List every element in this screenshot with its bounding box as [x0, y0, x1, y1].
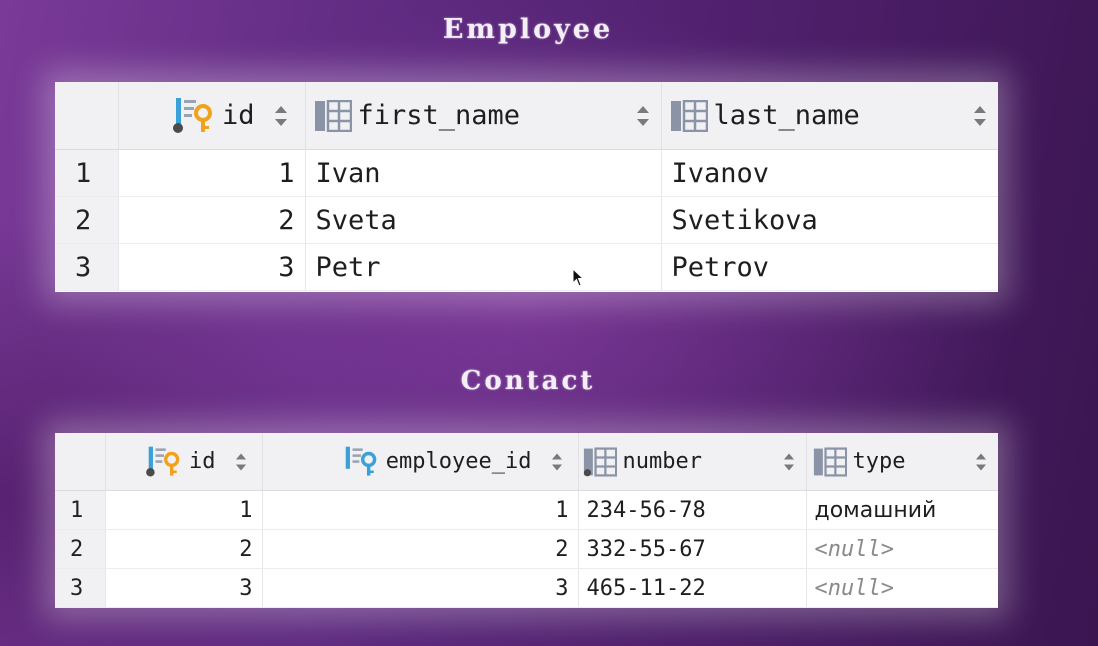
- cell-id[interactable]: 2: [117, 196, 305, 244]
- cell-last-name[interactable]: Petrov: [660, 243, 998, 291]
- row-number[interactable]: 3: [55, 243, 118, 291]
- column-icon: [583, 446, 617, 477]
- column-header-last-name[interactable]: last_name: [660, 82, 998, 150]
- column-header-type[interactable]: type: [805, 433, 998, 491]
- primary-key-column-icon: [172, 96, 216, 136]
- sort-icon[interactable]: [972, 103, 988, 129]
- column-icon: [670, 99, 708, 132]
- sort-icon[interactable]: [234, 451, 248, 473]
- cell-number[interactable]: 465-11-22: [577, 568, 806, 608]
- contact-table-panel: id employee_id number type 1 1 1 234-56-…: [55, 433, 998, 608]
- cell-id[interactable]: 3: [117, 243, 305, 291]
- sort-icon[interactable]: [974, 451, 988, 473]
- employee-table-title: Employee: [442, 14, 614, 45]
- table-row[interactable]: 3 3 Petr Petrov: [55, 243, 998, 291]
- cell-employee-id[interactable]: 3: [261, 568, 578, 608]
- mouse-cursor-icon: [572, 267, 585, 292]
- cell-id[interactable]: 1: [117, 149, 305, 197]
- row-number[interactable]: 1: [55, 149, 118, 197]
- cell-first-name[interactable]: Ivan: [304, 149, 661, 197]
- cell-type[interactable]: домашний: [805, 490, 998, 530]
- table-row[interactable]: 2 2 Sveta Svetikova: [55, 196, 998, 244]
- cell-first-name[interactable]: Petr: [304, 243, 661, 291]
- cell-id[interactable]: 1: [104, 490, 262, 530]
- row-number[interactable]: 1: [55, 490, 105, 530]
- table-header-row: id: [55, 82, 998, 150]
- cell-id[interactable]: 3: [104, 568, 262, 608]
- table-row[interactable]: 2 2 2 332-55-67 <null>: [55, 529, 998, 569]
- column-icon: [314, 99, 352, 132]
- cell-last-name[interactable]: Svetikova: [660, 196, 998, 244]
- contact-table: id employee_id number type 1 1 1 234-56-…: [55, 433, 998, 608]
- row-number[interactable]: 2: [55, 196, 118, 244]
- column-icon: [813, 446, 847, 477]
- table-row[interactable]: 3 3 3 465-11-22 <null>: [55, 568, 998, 608]
- cell-number[interactable]: 332-55-67: [577, 529, 806, 569]
- column-header-label: employee_id: [385, 449, 532, 474]
- row-number-header: [55, 433, 105, 491]
- cell-number[interactable]: 234-56-78: [577, 490, 806, 530]
- foreign-key-column-icon: [342, 445, 380, 479]
- column-header-first-name[interactable]: first_name: [304, 82, 661, 150]
- sort-icon[interactable]: [635, 103, 651, 129]
- cell-employee-id[interactable]: 1: [261, 490, 578, 530]
- column-header-label: type: [852, 449, 906, 474]
- column-header-label: id: [221, 100, 255, 131]
- column-header-label: number: [622, 449, 702, 474]
- cell-first-name[interactable]: Sveta: [304, 196, 661, 244]
- column-header-label: id: [189, 449, 216, 474]
- contact-table-title: Contact: [460, 366, 596, 396]
- sort-icon[interactable]: [273, 103, 289, 129]
- sort-icon[interactable]: [550, 451, 564, 473]
- column-header-number[interactable]: number: [577, 433, 806, 491]
- cell-last-name[interactable]: Ivanov: [660, 149, 998, 197]
- employee-table-panel: id first_name last_name 1 1 Ivan Ivanov …: [55, 82, 998, 292]
- cell-id[interactable]: 2: [104, 529, 262, 569]
- primary-key-column-icon: [145, 445, 183, 479]
- table-row[interactable]: 1 1 1 234-56-78 домашний: [55, 490, 998, 530]
- cell-employee-id[interactable]: 2: [261, 529, 578, 569]
- row-number[interactable]: 3: [55, 568, 105, 608]
- sort-icon[interactable]: [782, 451, 796, 473]
- row-number[interactable]: 2: [55, 529, 105, 569]
- employee-table: id first_name last_name 1 1 Ivan Ivanov …: [55, 82, 998, 291]
- cell-type[interactable]: <null>: [805, 529, 998, 569]
- cell-type[interactable]: <null>: [805, 568, 998, 608]
- column-header-label: last_name: [713, 100, 860, 131]
- table-row[interactable]: 1 1 Ivan Ivanov: [55, 149, 998, 197]
- column-header-employee-id[interactable]: employee_id: [261, 433, 578, 491]
- table-header-row: id: [55, 433, 998, 491]
- column-header-label: first_name: [357, 100, 521, 131]
- column-header-id[interactable]: id: [104, 433, 262, 491]
- row-number-header: [55, 82, 118, 150]
- column-header-id[interactable]: id: [117, 82, 305, 150]
